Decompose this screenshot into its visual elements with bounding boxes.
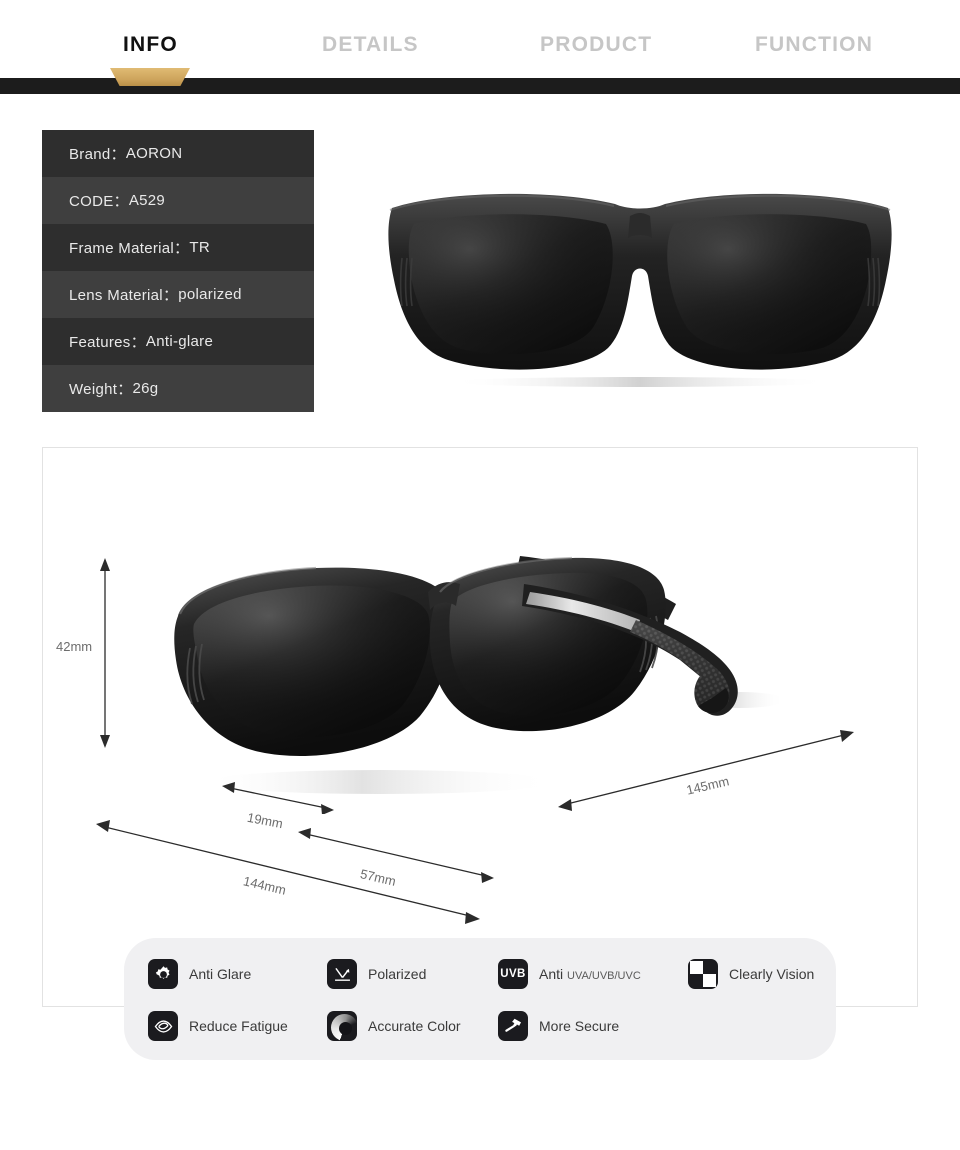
info-key: Features： (69, 334, 146, 351)
feature-label: Clearly Vision (729, 966, 815, 982)
feature-reduce-fatigue[interactable]: Reduce Fatigue (148, 1011, 288, 1041)
table-row: Lens Material： polarized (42, 271, 314, 318)
color-wheel-icon (327, 1011, 357, 1041)
feature-anti-uv[interactable]: UVB Anti UVA/UVB/UVC (498, 959, 641, 989)
feature-anti-glare[interactable]: Anti Glare (148, 959, 251, 989)
active-tab-marker (110, 68, 190, 86)
feature-label: Accurate Color (368, 1018, 461, 1034)
tab-bar: INFO DETAILS PRODUCT FUNCTION (0, 0, 960, 78)
info-value: AORON (125, 145, 183, 162)
info-key: Lens Material： (69, 287, 179, 304)
tab-function[interactable]: FUNCTION (755, 33, 873, 57)
product-info-table: Brand： AORON CODE： A529 Frame Material： … (42, 130, 314, 412)
uvb-badge-icon: UVB (498, 959, 528, 989)
feature-label: Reduce Fatigue (189, 1018, 288, 1034)
info-key: Frame Material： (69, 240, 190, 257)
eye-icon (148, 1011, 178, 1041)
info-key: Brand： (69, 146, 126, 163)
info-key: Weight： (69, 381, 133, 398)
hammer-icon (498, 1011, 528, 1041)
uvb-text: UVB (500, 968, 526, 980)
sunglasses-front-view-image (380, 180, 900, 395)
sun-gear-icon (148, 959, 178, 989)
info-value: polarized (178, 286, 242, 303)
feature-accurate-color[interactable]: Accurate Color (327, 1011, 461, 1041)
checkerboard-icon (688, 959, 718, 989)
table-row: Features： Anti-glare (42, 318, 314, 365)
info-value: 26g (132, 380, 159, 397)
info-value: A529 (128, 192, 166, 209)
feature-label: Anti Glare (189, 966, 252, 982)
tab-list: INFO DETAILS PRODUCT FUNCTION (0, 0, 960, 78)
table-row: CODE： A529 (42, 177, 314, 224)
feature-clearly-vision[interactable]: Clearly Vision (688, 959, 814, 989)
features-panel (124, 938, 836, 1060)
table-row: Weight： 26g (42, 365, 314, 412)
feature-label: Anti UVA/UVB/UVC (539, 966, 641, 982)
feature-polarized[interactable]: Polarized (327, 959, 426, 989)
feature-label: Polarized (368, 966, 427, 982)
feature-label: More Secure (539, 1018, 620, 1034)
tab-product[interactable]: PRODUCT (540, 33, 652, 57)
feature-more-secure[interactable]: More Secure (498, 1011, 619, 1041)
dimension-label-height: 42mm (56, 639, 93, 654)
tab-details[interactable]: DETAILS (322, 33, 419, 57)
table-row: Brand： AORON (42, 130, 314, 177)
tab-info[interactable]: INFO (123, 33, 178, 57)
info-value: TR (189, 239, 210, 256)
info-value: Anti-glare (145, 333, 214, 350)
info-key: CODE： (69, 193, 129, 210)
polarized-ray-icon (327, 959, 357, 989)
table-row: Frame Material： TR (42, 224, 314, 271)
